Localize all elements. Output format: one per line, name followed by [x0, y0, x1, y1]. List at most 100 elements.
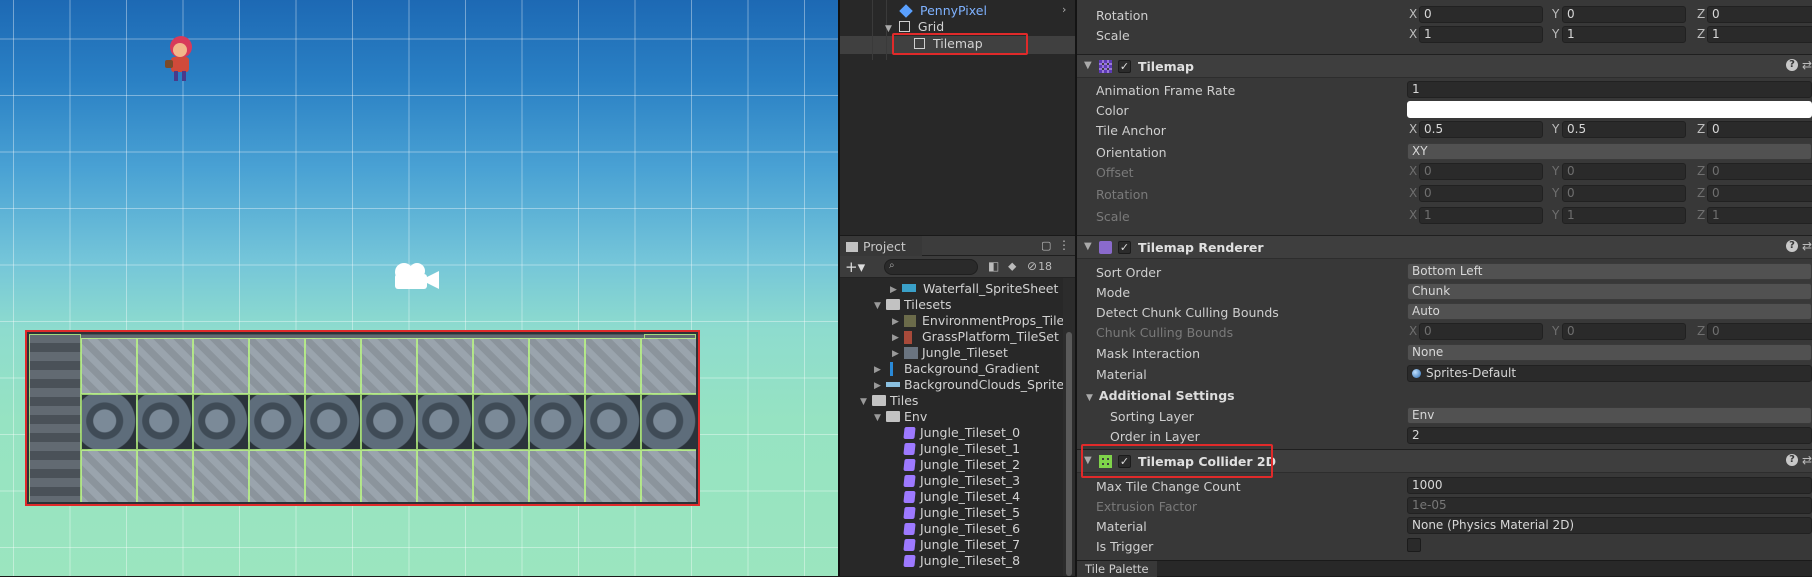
project-tab-bar: Project ▢ ⋮ — [840, 236, 1075, 256]
rotation-x-input[interactable]: 0 — [1419, 6, 1543, 23]
tilemap-scale-label: Scale — [1096, 209, 1130, 224]
project-item-jungle-tile[interactable]: Jungle_Tileset_3 — [903, 473, 1020, 489]
project-item-label: Jungle_Tileset_0 — [920, 425, 1021, 440]
kebab-menu-icon[interactable]: ⋮ — [1058, 238, 1070, 252]
tile-anchor-y-input[interactable]: 0.5 — [1562, 121, 1686, 138]
camera-gizmo-icon[interactable] — [391, 260, 441, 294]
tilemap-scale-z-input: 1 — [1707, 207, 1812, 224]
tile-anchor-x-input[interactable]: 0.5 — [1419, 121, 1543, 138]
project-item-environmentprops[interactable]: ▶ EnvironmentProps_TileSet — [892, 313, 1085, 329]
tile-anchor-z-input[interactable]: 0 — [1707, 121, 1812, 138]
project-item-label: Jungle_Tileset_1 — [920, 441, 1021, 456]
project-item-jungle-tileset[interactable]: ▶ Jungle_Tileset — [892, 345, 1008, 361]
chevron-right-icon[interactable]: ▶ — [892, 314, 899, 330]
help-icon[interactable]: ? — [1786, 59, 1798, 71]
scale-y-input[interactable]: 1 — [1562, 26, 1686, 43]
transform-rotation-field[interactable]: X0 Y0 Z0 — [1407, 6, 1812, 23]
project-item-jungle-tile[interactable]: Jungle_Tileset_8 — [903, 553, 1020, 569]
project-item-grassplatform[interactable]: ▶ GrassPlatform_TileSet — [892, 329, 1059, 345]
chevron-right-icon[interactable]: ▶ — [874, 378, 881, 394]
filter-by-label-icon[interactable]: ⬥ — [1008, 259, 1016, 274]
filter-by-type-icon[interactable]: ◧ — [988, 259, 999, 273]
prefab-cube-icon — [899, 4, 913, 18]
tile-anchor-field[interactable]: X 0.5 Y 0.5 Z0 — [1407, 121, 1812, 138]
project-scrollbar-thumb[interactable] — [1066, 332, 1072, 576]
settings-sliders-icon[interactable]: ⇄ — [1802, 453, 1812, 467]
color-swatch[interactable] — [1407, 101, 1812, 118]
hierarchy-tilemap-highlight — [892, 33, 1028, 55]
tilemap-rotation-y-input: 0 — [1562, 185, 1686, 202]
chevron-down-icon[interactable]: ▼ — [885, 24, 892, 34]
spritesheet-icon — [902, 284, 916, 292]
hierarchy-item-pennypixel[interactable]: PennyPixel — [899, 3, 987, 19]
tab-project[interactable]: Project — [840, 236, 922, 256]
animation-frame-rate-input[interactable]: 1 — [1407, 81, 1812, 98]
project-item-jungle-tile[interactable]: Jungle_Tileset_0 — [903, 425, 1021, 441]
project-item-tiles[interactable]: ▼ Tiles — [860, 393, 918, 409]
chevron-down-icon[interactable]: ▼ — [1084, 60, 1092, 71]
project-search-box[interactable]: ⌕ — [884, 259, 978, 275]
lock-icon[interactable]: ▢ — [1041, 239, 1051, 252]
sort-order-label: Sort Order — [1096, 265, 1162, 280]
max-tile-change-input[interactable]: 1000 — [1407, 477, 1812, 494]
is-trigger-checkbox[interactable] — [1407, 538, 1421, 552]
project-item-backgroundclouds[interactable]: ▶ BackgroundClouds_SpriteSh — [874, 377, 1080, 393]
settings-sliders-icon[interactable]: ⇄ — [1802, 58, 1812, 72]
additional-settings-foldout[interactable]: ▼ Additional Settings — [1086, 388, 1235, 403]
rotation-z-input[interactable]: 0 — [1707, 6, 1812, 23]
renderer-material-field[interactable]: Sprites-Default — [1407, 365, 1812, 382]
project-item-jungle-tile[interactable]: Jungle_Tileset_2 — [903, 457, 1020, 473]
tilemap-renderer-header[interactable]: ▼ ✓ Tilemap Renderer ? ⇄ — [1077, 235, 1812, 259]
tilemap-renderer-enabled-checkbox[interactable]: ✓ — [1118, 241, 1131, 254]
detect-culling-bounds-dropdown[interactable]: Auto — [1407, 303, 1812, 320]
project-item-waterfall[interactable]: ▶ Waterfall_SpriteSheet — [890, 281, 1058, 298]
chevron-right-icon[interactable]: › — [1062, 3, 1066, 16]
tilemap-component-header[interactable]: ▼ ✓ Tilemap ? ⇄ — [1077, 54, 1812, 78]
rotation-y-input[interactable]: 0 — [1562, 6, 1686, 23]
orientation-dropdown[interactable]: XY — [1407, 143, 1812, 160]
collider-material-field[interactable]: None (Physics Material 2D) — [1407, 517, 1812, 534]
chevron-right-icon[interactable]: ▶ — [892, 346, 899, 362]
chevron-down-icon[interactable]: ▼ — [860, 394, 867, 410]
chevron-down-icon[interactable]: ▼ — [874, 298, 881, 314]
scene-view[interactable] — [0, 0, 838, 576]
penny-pixel-sprite[interactable] — [160, 33, 198, 85]
sort-order-dropdown[interactable]: Bottom Left — [1407, 263, 1812, 280]
chevron-right-icon[interactable]: ▶ — [892, 330, 899, 346]
help-icon[interactable]: ? — [1786, 454, 1798, 466]
folder-icon — [886, 411, 900, 422]
hidden-packages-icon[interactable]: ⊘18 — [1027, 259, 1052, 273]
project-item-jungle-tile[interactable]: Jungle_Tileset_4 — [903, 489, 1021, 505]
project-item-jungle-tile[interactable]: Jungle_Tileset_6 — [903, 521, 1020, 537]
hierarchy-panel: PennyPixel › ▼ Grid Tilemap — [840, 0, 1075, 235]
mode-dropdown[interactable]: Chunk — [1407, 283, 1812, 300]
tilemap-scale-x-input: 1 — [1419, 207, 1543, 224]
mode-label: Mode — [1096, 285, 1131, 300]
hierarchy-item-label: PennyPixel — [919, 3, 987, 18]
scale-x-input[interactable]: 1 — [1419, 26, 1543, 43]
offset-label: Offset — [1096, 165, 1134, 180]
project-item-label: BackgroundClouds_SpriteSh — [904, 377, 1080, 392]
project-item-label: Jungle_Tileset_4 — [920, 489, 1021, 504]
tab-tile-palette[interactable]: Tile Palette — [1077, 561, 1157, 577]
scale-z-input[interactable]: 1 — [1707, 26, 1812, 43]
tilemap-enabled-checkbox[interactable]: ✓ — [1118, 60, 1131, 73]
project-item-tilesets[interactable]: ▼ Tilesets — [874, 297, 952, 313]
chevron-right-icon[interactable]: ▶ — [874, 362, 881, 378]
project-item-jungle-tile[interactable]: Jungle_Tileset_5 — [903, 505, 1020, 521]
chevron-right-icon[interactable]: ▶ — [890, 282, 897, 298]
chevron-down-icon[interactable]: ▼ — [1084, 241, 1092, 252]
project-item-jungle-tile[interactable]: Jungle_Tileset_1 — [903, 441, 1021, 457]
orientation-label: Orientation — [1096, 145, 1167, 160]
mask-interaction-dropdown[interactable]: None — [1407, 344, 1812, 361]
transform-scale-field[interactable]: X1 Y1 Z1 — [1407, 26, 1812, 43]
order-in-layer-input[interactable]: 2 — [1407, 427, 1812, 444]
settings-sliders-icon[interactable]: ⇄ — [1802, 239, 1812, 253]
project-item-background-gradient[interactable]: ▶ Background_Gradient — [874, 361, 1039, 377]
sorting-layer-dropdown[interactable]: Env — [1407, 407, 1812, 424]
chevron-down-icon[interactable]: ▼ — [874, 410, 881, 426]
add-asset-button[interactable]: +▾ — [845, 258, 865, 276]
help-icon[interactable]: ? — [1786, 240, 1798, 252]
project-item-jungle-tile[interactable]: Jungle_Tileset_7 — [903, 537, 1020, 553]
project-item-env[interactable]: ▼ Env — [874, 409, 927, 425]
